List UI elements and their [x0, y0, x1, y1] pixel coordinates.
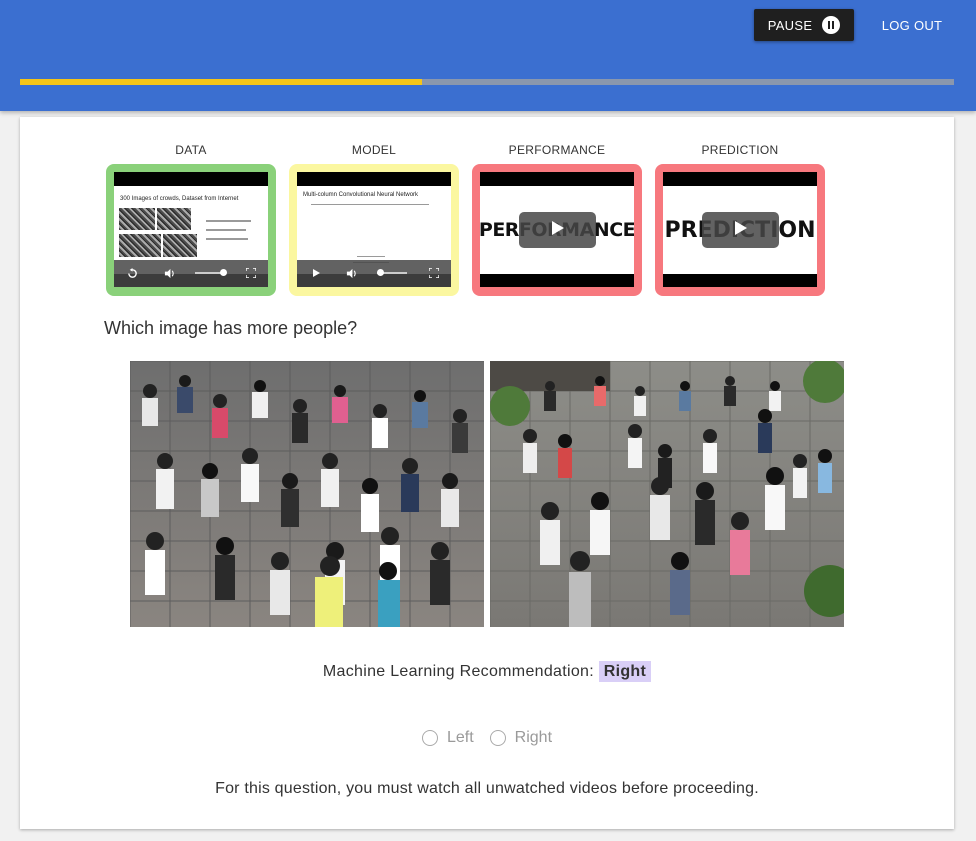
crowd-thumbnail: [157, 208, 191, 230]
top-bar: PAUSE LOG OUT: [0, 0, 976, 111]
ml-recommendation: Machine Learning Recommendation: Right: [20, 661, 954, 682]
question-text: Which image has more people?: [104, 318, 358, 338]
recommendation-prefix: Machine Learning Recommendation:: [322, 663, 594, 680]
video-player[interactable]: Multi-column Convolutional Neural Networ…: [297, 172, 451, 287]
play-icon[interactable]: [310, 267, 322, 279]
logout-button[interactable]: LOG OUT: [872, 9, 952, 41]
video-label: DATA: [175, 143, 207, 157]
pause-label: PAUSE: [767, 17, 813, 33]
left-crowd-photo: [130, 361, 484, 627]
video-data: DATA 300 Images of crowds, Dataset from …: [106, 143, 276, 296]
video-model: MODEL Multi-column Convolutional Neural …: [289, 143, 459, 296]
video-frame[interactable]: PREDICTION: [655, 164, 825, 296]
progress-fill: [20, 79, 422, 85]
fullscreen-icon[interactable]: [245, 267, 257, 279]
radio-button[interactable]: [421, 730, 438, 746]
video-performance: PERFORMANCE PERFORMANCE: [472, 143, 642, 296]
play-icon: [551, 220, 565, 241]
video-prediction: PREDICTION PREDICTION: [655, 143, 825, 296]
video-frame[interactable]: 300 Images of crowds, Dataset from Inter…: [106, 164, 276, 296]
play-icon: [734, 220, 748, 241]
video-player[interactable]: PREDICTION: [663, 172, 817, 287]
volume-knob[interactable]: [220, 269, 227, 276]
crowd-thumbnail: [119, 208, 155, 230]
recommendation-value: Right: [598, 661, 652, 682]
video-label: PERFORMANCE: [508, 143, 606, 157]
video-controls: [297, 260, 451, 287]
slide-title: Multi-column Convolutional Neural Networ…: [303, 192, 419, 198]
play-button[interactable]: [702, 212, 779, 248]
fullscreen-icon[interactable]: [428, 267, 440, 279]
replay-icon[interactable]: [126, 267, 138, 279]
video-player[interactable]: 300 Images of crowds, Dataset from Inter…: [114, 172, 268, 287]
radio-button[interactable]: [489, 730, 506, 746]
pause-button[interactable]: PAUSE: [754, 9, 854, 41]
watch-videos-notice: For this question, you must watch all un…: [215, 780, 759, 797]
volume-knob[interactable]: [377, 269, 384, 276]
progress-bar: [20, 79, 954, 85]
pause-icon: [822, 16, 841, 34]
play-button[interactable]: [519, 212, 596, 248]
volume-icon[interactable]: [345, 267, 357, 279]
video-controls: [114, 260, 268, 287]
video-label: MODEL: [351, 143, 397, 157]
crowd-thumbnail: [119, 234, 161, 257]
radio-label: Left: [446, 729, 474, 746]
video-frame[interactable]: PERFORMANCE: [472, 164, 642, 296]
radio-label: Right: [514, 729, 553, 746]
crowd-thumbnail: [163, 234, 197, 257]
video-player[interactable]: PERFORMANCE: [480, 172, 634, 287]
question-card: DATA 300 Images of crowds, Dataset from …: [20, 117, 954, 829]
video-frame[interactable]: Multi-column Convolutional Neural Networ…: [289, 164, 459, 296]
slide-title: 300 Images of crowds, Dataset from Inter…: [120, 196, 239, 202]
volume-icon[interactable]: [163, 267, 175, 279]
video-label: PREDICTION: [701, 143, 779, 157]
right-crowd-photo: [490, 361, 844, 627]
radio-option-left[interactable]: Left: [421, 729, 474, 747]
answer-options: Left Right: [20, 729, 954, 747]
radio-option-right[interactable]: Right: [489, 729, 553, 747]
